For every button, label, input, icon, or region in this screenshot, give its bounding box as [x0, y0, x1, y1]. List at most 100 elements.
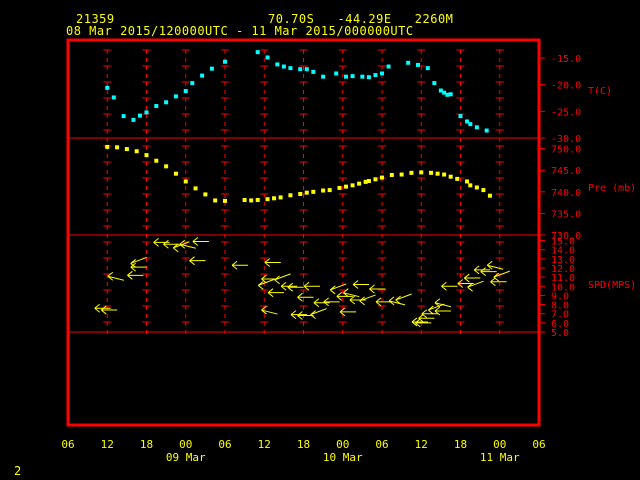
- panel-label-temperature: T(C): [588, 86, 612, 97]
- y-tick-label: 745.0: [551, 166, 581, 177]
- x-day-label: 10 Mar: [323, 451, 363, 464]
- temperature-point: [121, 114, 126, 119]
- pressure-point: [298, 191, 303, 196]
- x-tick-label: 18: [297, 438, 310, 451]
- pressure-point: [350, 183, 355, 188]
- temperature-point: [275, 62, 280, 67]
- x-tick-label: 06: [532, 438, 545, 451]
- temperature-point: [458, 114, 463, 119]
- x-tick-label: 12: [415, 438, 428, 451]
- x-tick-label: 12: [101, 438, 114, 451]
- pressure-point: [474, 185, 479, 190]
- pressure-point: [481, 188, 486, 193]
- pressure-point: [344, 184, 349, 189]
- wind-barb: [297, 292, 314, 302]
- y-tick-label: 15.0: [551, 237, 575, 248]
- temperature-point: [200, 73, 205, 78]
- pressure-point: [448, 174, 453, 179]
- wind-barb: [486, 260, 504, 270]
- pressure-point: [304, 190, 309, 195]
- pressure-point: [213, 198, 218, 203]
- temperature-point: [386, 64, 391, 69]
- temperature-point: [255, 50, 260, 55]
- wind-barb: [130, 262, 147, 272]
- pressure-point: [203, 192, 208, 197]
- temperature-point: [144, 110, 149, 115]
- temperature-point: [321, 74, 326, 79]
- temperature-point: [183, 89, 188, 94]
- x-tick-label: 00: [336, 438, 349, 451]
- wind-barb: [434, 298, 451, 308]
- wind-barb: [127, 270, 144, 280]
- temperature-point: [373, 73, 378, 78]
- pressure-point: [468, 183, 473, 188]
- temperature-point: [190, 81, 195, 86]
- temperature-point: [350, 74, 355, 79]
- wind-barb: [480, 267, 497, 277]
- x-tick-label: 06: [218, 438, 231, 451]
- wind-barb: [100, 305, 118, 315]
- meteogram-chart: -15.0-20.0-25.0-30.0T(C)730.0735.0740.07…: [61, 38, 636, 464]
- temperature-point: [137, 113, 142, 118]
- wind-barb: [395, 293, 412, 305]
- temperature-point: [425, 66, 430, 71]
- temperature-point: [432, 81, 437, 86]
- temperature-point: [468, 122, 473, 127]
- temperature-point: [105, 85, 110, 90]
- x-tick-label: 18: [454, 438, 467, 451]
- pressure-point: [193, 186, 198, 191]
- wind-barb: [369, 284, 386, 294]
- temperature-point: [311, 69, 316, 74]
- x-tick-label: 12: [258, 438, 271, 451]
- temperature-point: [164, 100, 169, 105]
- pressure-point: [327, 188, 332, 193]
- wind-barb: [231, 260, 249, 270]
- pressure-point: [487, 193, 492, 198]
- pressure-point: [154, 158, 159, 163]
- temperature-point: [111, 95, 116, 100]
- wind-barb: [153, 238, 170, 247]
- pressure-point: [399, 172, 404, 177]
- pressure-point: [183, 179, 188, 184]
- wind-barb: [490, 277, 507, 287]
- wind-barb: [359, 294, 376, 306]
- temperature-point: [173, 94, 178, 99]
- pressure-point: [455, 176, 460, 181]
- wind-barb: [464, 273, 481, 283]
- wind-barb: [189, 256, 206, 266]
- pressure-point: [366, 179, 371, 184]
- temperature-point: [380, 71, 384, 76]
- x-day-label: 11 Mar: [480, 451, 520, 464]
- wind-barb: [192, 237, 209, 246]
- pressure-point: [409, 170, 414, 175]
- temperature-point: [448, 92, 453, 97]
- x-tick-label: 00: [179, 438, 192, 451]
- wind-barb: [467, 280, 484, 292]
- y-tick-label: 735.0: [551, 209, 581, 220]
- x-day-label: 09 Mar: [166, 451, 206, 464]
- x-tick-label: 06: [61, 438, 74, 451]
- pressure-point: [419, 170, 424, 175]
- pressure-point: [255, 198, 260, 203]
- wind-barb: [274, 273, 291, 285]
- pressure-point: [337, 185, 342, 190]
- pressure-point: [134, 149, 139, 154]
- pressure-point: [144, 153, 149, 158]
- wind-barb: [264, 258, 281, 267]
- wind-barb: [267, 288, 285, 298]
- temperature-point: [131, 117, 136, 122]
- temperature-point: [209, 66, 214, 71]
- wind-barb: [493, 270, 510, 282]
- pressure-point: [164, 164, 169, 169]
- pressure-point: [105, 144, 110, 149]
- temperature-point: [298, 67, 303, 72]
- pressure-point: [373, 177, 378, 182]
- pressure-point: [242, 198, 247, 203]
- panel-label-pressure: Pre (mb): [588, 183, 636, 194]
- y-tick-label: 750.0: [551, 145, 581, 156]
- wind-barb: [257, 278, 275, 290]
- pressure-point: [389, 172, 394, 177]
- wind-barb: [441, 281, 458, 291]
- pressure-point: [249, 198, 254, 203]
- pressure-point: [442, 172, 447, 177]
